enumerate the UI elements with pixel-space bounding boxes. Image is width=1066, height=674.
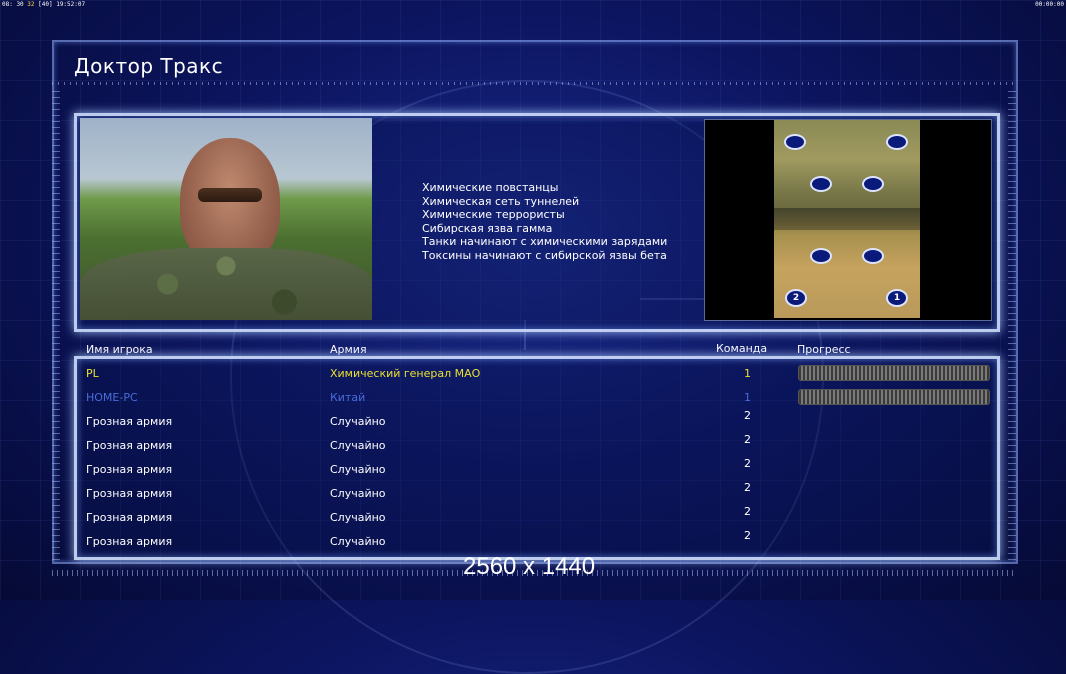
- description-line: Химическая сеть туннелей: [422, 194, 580, 208]
- description-line: Токсины начинают с сибирской язвы бета: [422, 248, 667, 262]
- team-select[interactable]: 1: [744, 391, 751, 404]
- table-row[interactable]: Грозная армия Случайно 2: [74, 457, 994, 487]
- frame-ruler: [1008, 90, 1016, 560]
- start-position[interactable]: [862, 248, 884, 264]
- army-select[interactable]: Китай: [330, 391, 365, 404]
- resolution-overlay: 2560 x 1440: [463, 553, 596, 580]
- description-line: Танки начинают с химическими зарядами: [422, 235, 668, 248]
- page-title: Доктор Тракс: [74, 54, 224, 78]
- player-name-cell[interactable]: Грозная армия: [86, 439, 172, 452]
- player-name-cell[interactable]: HOME-PC: [86, 391, 138, 404]
- team-select[interactable]: 1: [744, 367, 751, 380]
- player-name-cell[interactable]: PL: [86, 367, 99, 380]
- column-header-team: Команда: [716, 342, 768, 355]
- progress-bar: [798, 365, 990, 381]
- army-select[interactable]: Случайно: [330, 487, 386, 500]
- description-line: Сибирская язва гамма: [422, 221, 553, 235]
- start-position[interactable]: [784, 134, 806, 150]
- army-select[interactable]: Случайно: [330, 415, 386, 428]
- army-select[interactable]: Случайно: [330, 511, 386, 524]
- table-row[interactable]: Грозная армия Случайно 2: [74, 409, 994, 439]
- army-select[interactable]: Случайно: [330, 439, 386, 452]
- player-name-cell[interactable]: Грозная армия: [86, 487, 172, 500]
- general-description: Химические повстанцы Химическая сеть тун…: [422, 181, 667, 262]
- frame-ruler: [52, 82, 1016, 85]
- army-select[interactable]: Химический генерал МАО: [330, 367, 480, 380]
- column-header-army: Армия: [330, 343, 367, 356]
- general-portrait: [80, 118, 372, 320]
- start-position[interactable]: [810, 176, 832, 192]
- player-name-cell[interactable]: Грозная армия: [86, 535, 172, 548]
- status-bar-right: 00:00:00: [1035, 1, 1064, 8]
- player-name-cell[interactable]: Грозная армия: [86, 415, 172, 428]
- team-select[interactable]: 2: [744, 409, 751, 422]
- column-header-progress: Прогресс: [797, 343, 851, 356]
- army-select[interactable]: Случайно: [330, 463, 386, 476]
- status-bar-left: 08: 30 32 [40] 19:52:07: [2, 1, 86, 8]
- progress-bar: [798, 389, 990, 405]
- portrait-eyes: [198, 188, 262, 202]
- team-select[interactable]: 2: [744, 433, 751, 446]
- start-position-label[interactable]: 2: [785, 289, 807, 307]
- start-position[interactable]: [810, 248, 832, 264]
- start-position[interactable]: [886, 134, 908, 150]
- description-line: Химические повстанцы: [422, 181, 559, 194]
- portrait-body: [80, 248, 372, 320]
- description-line: Химические террористы: [422, 208, 565, 221]
- table-row[interactable]: HOME-PC Китай 1: [74, 389, 994, 415]
- start-position[interactable]: [862, 176, 884, 192]
- table-row[interactable]: Грозная армия Случайно 2: [74, 433, 994, 463]
- column-header-name: Имя игрока: [86, 343, 153, 356]
- army-select[interactable]: Случайно: [330, 535, 386, 548]
- status-bar: 08: 30 32 [40] 19:52:07 00:00:00: [0, 0, 1066, 10]
- map-river: [774, 208, 920, 230]
- table-row[interactable]: PL Химический генерал МАО 1: [74, 365, 994, 391]
- team-select[interactable]: 2: [744, 457, 751, 470]
- frame-ruler: [52, 90, 60, 560]
- map-preview[interactable]: 2 1: [774, 120, 920, 318]
- team-select[interactable]: 2: [744, 505, 751, 518]
- player-name-cell[interactable]: Грозная армия: [86, 463, 172, 476]
- start-position-label[interactable]: 1: [886, 289, 908, 307]
- table-row[interactable]: Грозная армия Случайно 2: [74, 481, 994, 511]
- team-select[interactable]: 2: [744, 529, 751, 542]
- player-name-cell[interactable]: Грозная армия: [86, 511, 172, 524]
- table-row[interactable]: Грозная армия Случайно 2: [74, 505, 994, 535]
- team-select[interactable]: 2: [744, 481, 751, 494]
